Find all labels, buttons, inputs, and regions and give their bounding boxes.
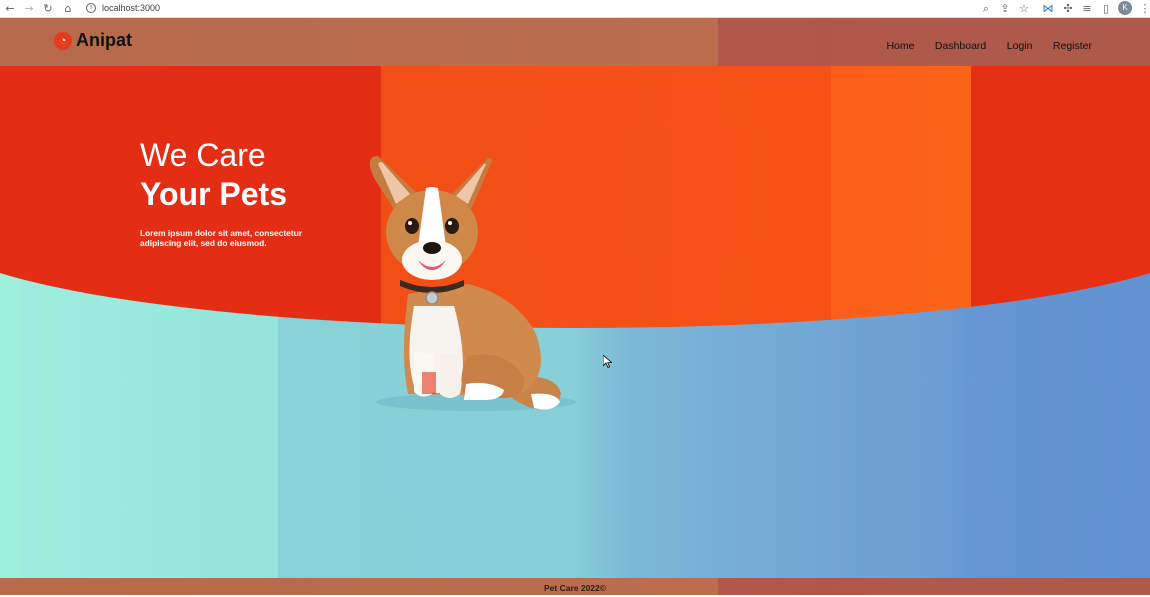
hero-text-block: We Care Your Pets Lorem ipsum dolor sit …: [140, 138, 340, 248]
site-info-icon[interactable]: i: [86, 3, 96, 13]
navbar: ◔ Anipat Home Dashboard Login Register: [0, 18, 1150, 66]
hero-heading-line1: We Care: [140, 137, 266, 173]
puzzle-icon[interactable]: ✣: [1060, 1, 1076, 17]
hero-description: Lorem ipsum dolor sit amet, consectetur …: [140, 228, 302, 248]
share-icon[interactable]: ⇪: [997, 1, 1013, 17]
menu-dots-icon[interactable]: ⋮: [1137, 1, 1150, 17]
url-text[interactable]: localhost:3000: [102, 2, 160, 15]
bookmark-star-icon[interactable]: ☆: [1016, 1, 1032, 17]
mouse-cursor-icon: [603, 355, 612, 368]
brand-mark-icon: ◔: [54, 32, 72, 50]
reload-icon[interactable]: ↻: [40, 1, 56, 17]
hero-heading-line2: Your Pets: [140, 176, 287, 212]
extension-icon[interactable]: ⋈: [1040, 1, 1056, 17]
nav-link-home[interactable]: Home: [886, 40, 914, 52]
nav-links: Home Dashboard Login Register: [870, 36, 1092, 54]
home-icon[interactable]: ⌂: [60, 1, 76, 17]
zoom-icon[interactable]: ⌕: [978, 1, 994, 17]
footer-text: Pet Care 2022©: [543, 583, 607, 593]
forward-icon[interactable]: →: [21, 1, 37, 17]
nav-link-register[interactable]: Register: [1053, 40, 1092, 52]
brand-name: Anipat: [76, 30, 132, 50]
corgi-dog-image: [369, 156, 576, 411]
nav-link-dashboard[interactable]: Dashboard: [935, 40, 986, 52]
back-icon[interactable]: ←: [2, 1, 18, 17]
footer: Pet Care 2022©: [0, 578, 1150, 595]
nav-link-login[interactable]: Login: [1007, 40, 1033, 52]
side-panel-icon[interactable]: ▯: [1098, 1, 1114, 17]
profile-avatar[interactable]: K: [1118, 1, 1132, 15]
hero-section: We Care Your Pets Lorem ipsum dolor sit …: [0, 66, 1150, 578]
browser-toolbar: ← → ↻ ⌂ i localhost:3000 ⌕ ⇪ ☆ ⋈ ✣ ≡ ▯ K…: [0, 0, 1150, 18]
reading-list-icon[interactable]: ≡: [1079, 1, 1095, 17]
